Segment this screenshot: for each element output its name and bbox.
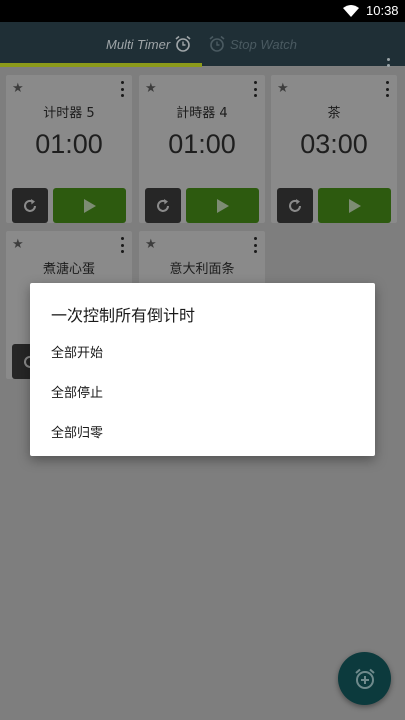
star-icon[interactable]: ★ [12,81,24,96]
timer-name: 茶 [327,106,341,121]
alarm-clock-icon [175,35,191,52]
dialog-title: 一次控制所有倒计时 [51,306,196,325]
reset-icon [157,198,169,212]
more-vert-icon[interactable] [251,81,259,97]
play-button[interactable] [53,188,126,223]
control-all-dialog: 一次控制所有倒计时 全部开始 全部停止 全部归零 [30,283,375,456]
timer-name: 计时器 5 [43,106,95,121]
status-time: 10:38 [366,3,399,18]
reset-icon [24,198,36,212]
more-vert-icon[interactable] [118,81,126,97]
reset-all-option[interactable]: 全部归零 [51,422,103,441]
more-vert-icon[interactable] [118,237,126,253]
stopwatch-icon [209,35,225,52]
stop-all-option[interactable]: 全部停止 [51,382,103,401]
reset-button[interactable] [12,188,48,223]
tab-multi-timer[interactable]: Multi Timer [106,22,192,66]
timer-name: 意大利面条 [169,262,235,277]
timer-card[interactable]: ★ 计时器 5 01:00 [6,75,132,223]
star-icon[interactable]: ★ [145,81,157,96]
more-vert-icon[interactable] [383,81,391,97]
tab-stop-watch[interactable]: Stop Watch [208,22,297,66]
timer-name: 計時器 4 [176,106,228,121]
add-timer-button[interactable] [338,652,391,705]
play-icon [83,198,96,213]
timer-time: 01:00 [35,129,103,159]
tab-stop-watch-label: Stop Watch [230,36,297,52]
status-bar: 10:38 [0,0,405,22]
reset-button[interactable] [277,188,313,223]
tab-multi-timer-label: Multi Timer [106,36,171,52]
star-icon[interactable]: ★ [277,81,289,96]
star-icon[interactable]: ★ [12,237,24,252]
play-button[interactable] [186,188,259,223]
start-all-option[interactable]: 全部开始 [51,342,103,361]
play-icon [348,198,361,213]
more-vert-icon[interactable] [251,237,259,253]
timer-name: 煮溏心蛋 [42,262,95,277]
reset-button[interactable] [145,188,181,223]
play-icon [216,198,229,213]
timer-time: 03:00 [300,129,368,159]
timer-card[interactable]: ★ 茶 03:00 [271,75,397,223]
timer-time: 01:00 [168,129,236,159]
star-icon[interactable]: ★ [145,237,157,252]
wifi-icon [343,5,359,17]
timer-card[interactable]: ★ 計時器 4 01:00 [139,75,265,223]
add-alarm-icon [354,668,375,689]
app-bar: Multi Timer Stop Watch [0,22,405,75]
reset-icon [289,198,301,212]
play-button[interactable] [318,188,391,223]
